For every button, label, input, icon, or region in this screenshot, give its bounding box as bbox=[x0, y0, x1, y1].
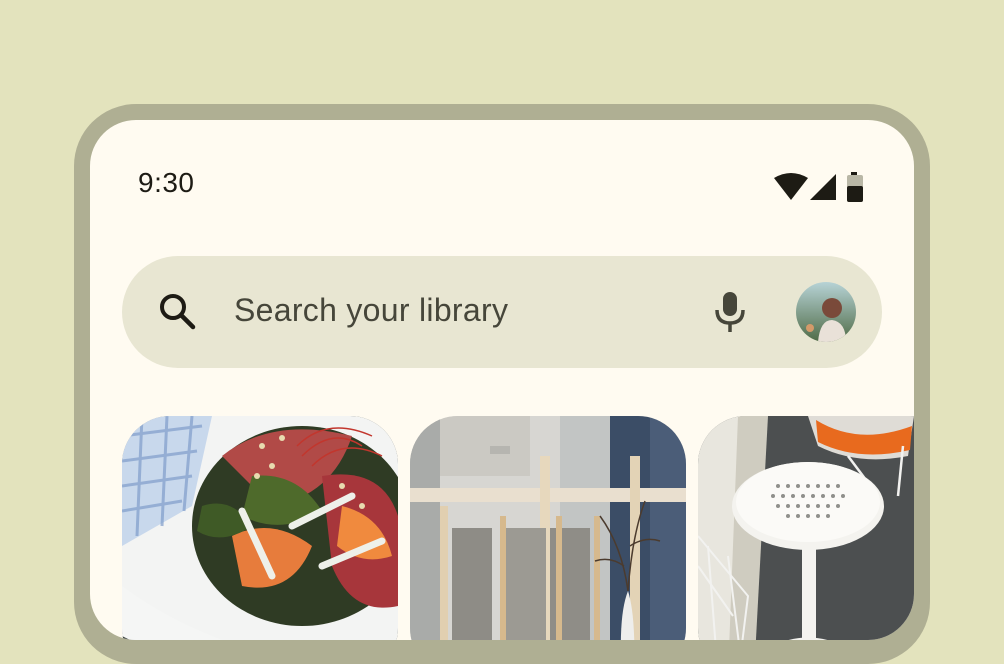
mic-icon[interactable] bbox=[710, 290, 750, 334]
search-input[interactable]: Search your library bbox=[234, 292, 508, 329]
cellular-signal-icon bbox=[810, 174, 836, 200]
wifi-icon bbox=[774, 173, 808, 200]
status-icons bbox=[774, 172, 866, 202]
search-icon[interactable] bbox=[156, 290, 200, 334]
phone-screen: 9:30 Search your library bbox=[90, 120, 914, 640]
battery-icon bbox=[847, 172, 863, 202]
status-time: 9:30 bbox=[138, 167, 195, 198]
photo-thumbnail-patio[interactable] bbox=[698, 416, 914, 640]
photo-thumbnail-interior[interactable] bbox=[410, 416, 686, 640]
photo-thumbnail-food[interactable] bbox=[122, 416, 398, 640]
search-bar[interactable]: Search your library bbox=[122, 256, 882, 368]
account-avatar[interactable] bbox=[796, 282, 856, 342]
